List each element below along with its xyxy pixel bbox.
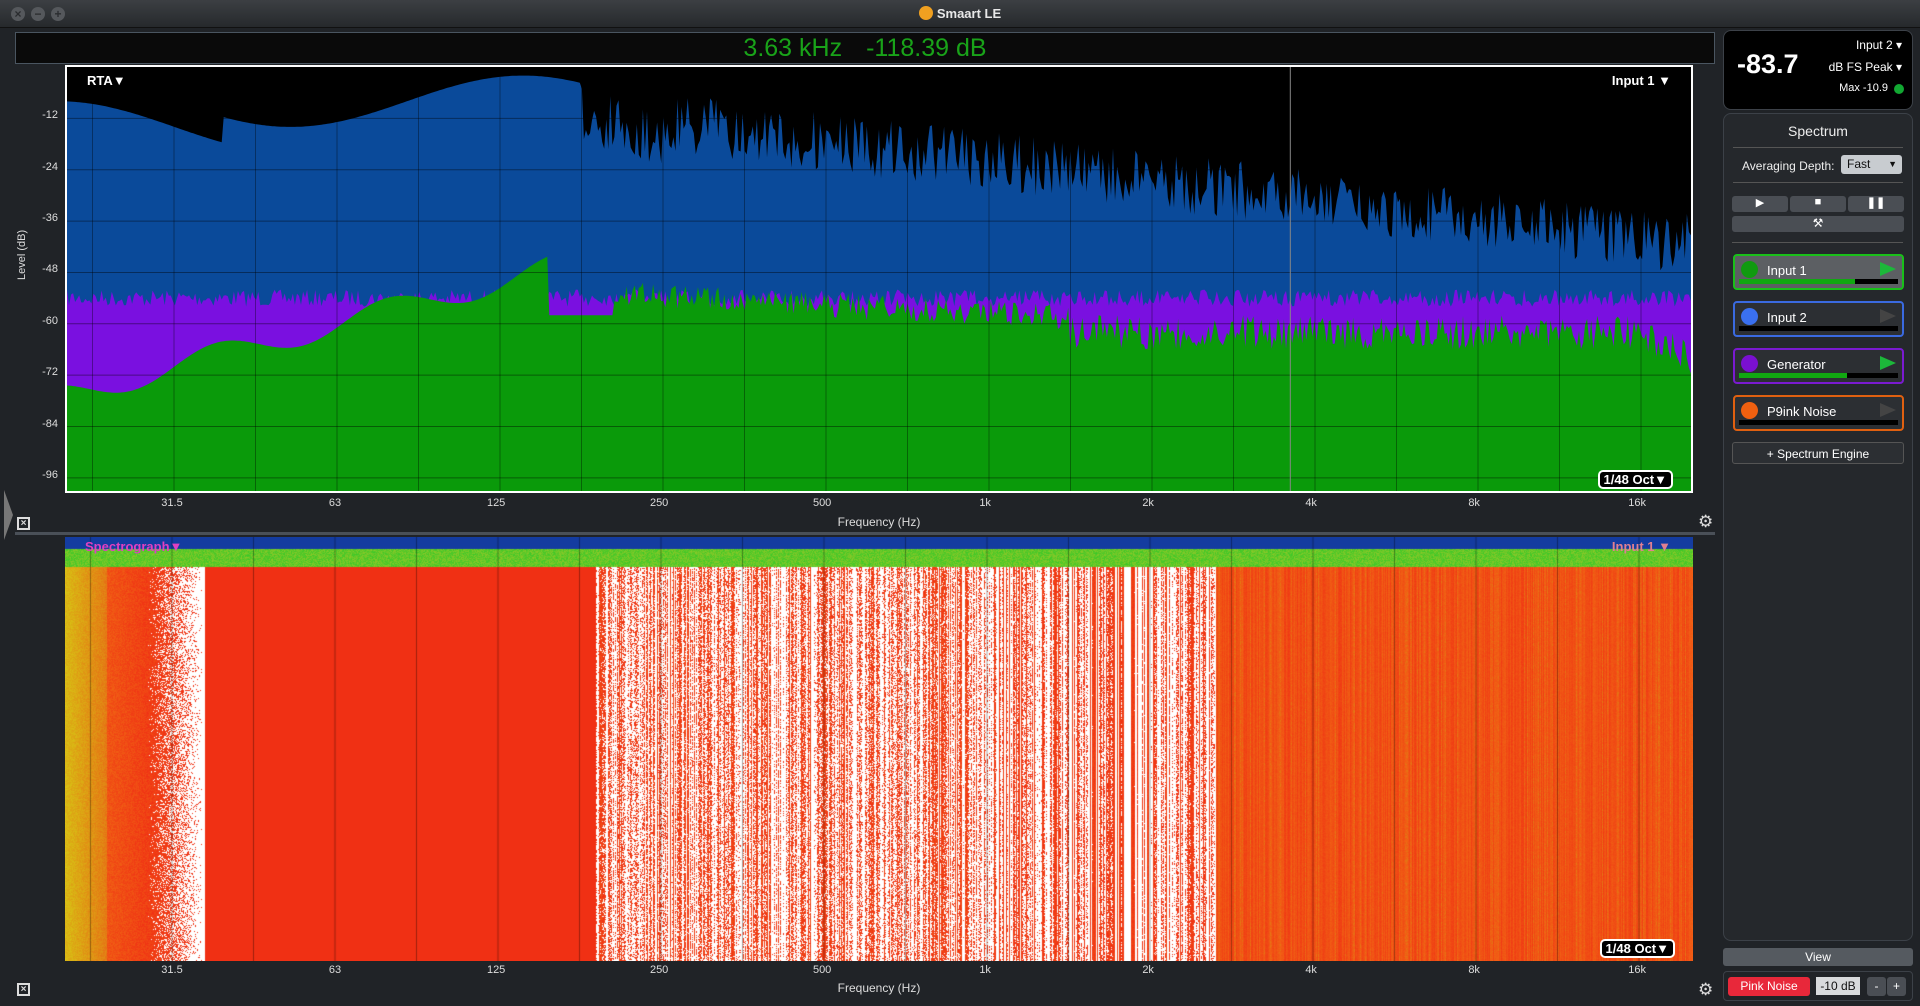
- spectrograph-plot[interactable]: Spectrograph▼ Input 1 ▼ 1/48 Oct▼: [65, 537, 1693, 961]
- x-tick-label: 31.5: [161, 497, 183, 509]
- spectrograph-heatmap: [65, 537, 1693, 961]
- engine-color-icon: [1741, 308, 1758, 325]
- tools-icon: ⚒: [1812, 216, 1824, 230]
- x-tick-label: 16k: [1628, 497, 1646, 509]
- engine-name: P9ink Noise: [1767, 404, 1837, 419]
- x-tick-label: 250: [649, 497, 669, 509]
- engine-level-meter: [1739, 373, 1898, 378]
- engine-color-icon: [1741, 355, 1758, 372]
- y-tick-label: -48: [42, 263, 58, 276]
- level-meter: -83.7 Input 2 ▾ dB FS Peak ▾ Max -10.9: [1723, 30, 1913, 110]
- spectrograph-resolution-selector[interactable]: 1/48 Oct▼: [1599, 939, 1675, 958]
- title-bar: × − + Smaart LE: [0, 0, 1920, 28]
- averaging-value: Fast: [1847, 157, 1871, 171]
- level-increase-button[interactable]: +: [1887, 977, 1906, 996]
- x-tick-label: 63: [328, 497, 342, 509]
- expand-panel-handle-icon[interactable]: [4, 490, 13, 540]
- engine-level-meter: [1739, 420, 1898, 425]
- x-tick-label: 500: [812, 497, 832, 509]
- engine-color-icon: [1741, 261, 1758, 278]
- meter-value: -83.7: [1737, 49, 1799, 79]
- engine-play-icon[interactable]: [1880, 309, 1896, 323]
- close-spectrograph-icon[interactable]: ×: [17, 983, 30, 996]
- y-tick-label: -36: [42, 212, 58, 225]
- rta-settings-gear-icon[interactable]: ⚙: [1698, 512, 1713, 532]
- level-decrease-button[interactable]: -: [1867, 977, 1886, 996]
- spectrograph-x-axis-title: Frequency (Hz): [837, 981, 921, 995]
- rta-menu[interactable]: RTA▼: [87, 73, 126, 88]
- meter-source-selector[interactable]: Input 2 ▾: [1856, 38, 1902, 52]
- x-tick-label: 4k: [1305, 964, 1317, 976]
- view-button[interactable]: View: [1723, 948, 1913, 966]
- x-tick-label: 500: [812, 964, 832, 976]
- rta-input-selector[interactable]: Input 1 ▼: [1612, 73, 1671, 88]
- engine-name: Input 1: [1767, 263, 1807, 278]
- engine-play-icon[interactable]: [1880, 356, 1896, 370]
- y-tick-label: -12: [42, 109, 58, 122]
- engine-input-2[interactable]: Input 2: [1733, 301, 1904, 337]
- y-tick-label: -72: [42, 366, 58, 379]
- x-tick-label: 2k: [1142, 964, 1154, 976]
- rta-spectrum-graph: [67, 67, 1691, 491]
- engine-play-icon[interactable]: [1880, 262, 1896, 276]
- x-tick-label: 250: [649, 964, 669, 976]
- y-tick-label: -60: [42, 314, 58, 327]
- rta-resolution-selector[interactable]: 1/48 Oct▼: [1597, 470, 1673, 489]
- engine-input-1[interactable]: Input 1: [1733, 254, 1904, 290]
- x-tick-label: 2k: [1142, 497, 1154, 509]
- window-title-text: Smaart LE: [936, 6, 1002, 21]
- generator-level-field[interactable]: -10 dB: [1816, 977, 1860, 995]
- meter-mode-selector[interactable]: dB FS Peak ▾: [1829, 60, 1902, 74]
- readout-frequency: 3.63 kHz: [743, 34, 843, 62]
- averaging-label: Averaging Depth:: [1742, 159, 1835, 173]
- x-tick-label: 4k: [1305, 497, 1317, 509]
- engine-color-icon: [1741, 402, 1758, 419]
- engine-level-meter: [1739, 279, 1898, 284]
- play-button[interactable]: ▶: [1732, 196, 1788, 212]
- engine-level-meter: [1739, 326, 1898, 331]
- x-tick-label: 31.5: [161, 964, 183, 976]
- pane-divider[interactable]: [15, 532, 1715, 535]
- rta-x-axis-title: Frequency (Hz): [837, 515, 921, 529]
- stop-button[interactable]: ■: [1790, 196, 1846, 212]
- engine-p9ink-noise[interactable]: P9ink Noise: [1733, 395, 1904, 431]
- x-tick-label: 63: [328, 964, 342, 976]
- spectrum-title: Spectrum: [1788, 123, 1848, 139]
- spectrograph-menu[interactable]: Spectrograph▼: [85, 539, 182, 554]
- x-tick-label: 125: [486, 964, 506, 976]
- spectrograph-settings-gear-icon[interactable]: ⚙: [1698, 980, 1713, 1000]
- x-tick-label: 1k: [979, 497, 991, 509]
- pink-noise-generator-button[interactable]: Pink Noise: [1728, 977, 1810, 996]
- engine-name: Input 2: [1767, 310, 1807, 325]
- close-rta-icon[interactable]: ×: [17, 517, 30, 530]
- averaging-depth-select[interactable]: Fast ▼: [1841, 155, 1902, 174]
- y-tick-label: -24: [42, 160, 58, 173]
- engine-play-icon[interactable]: [1880, 403, 1896, 417]
- y-tick-label: -84: [42, 417, 58, 430]
- x-tick-label: 1k: [979, 964, 991, 976]
- meter-max: Max -10.9: [1839, 82, 1888, 94]
- x-tick-label: 8k: [1468, 964, 1480, 976]
- y-tick-label: -96: [42, 468, 58, 481]
- cursor-readout: 3.63 kHz -118.39 dB: [15, 32, 1715, 64]
- pause-button[interactable]: ❚❚: [1848, 196, 1904, 212]
- meter-mode: dB FS Peak: [1828, 60, 1893, 74]
- engine-name: Generator: [1767, 357, 1826, 372]
- window-title: Smaart LE: [0, 6, 1920, 21]
- x-tick-label: 8k: [1468, 497, 1480, 509]
- spectrum-panel: Spectrum Averaging Depth: Fast ▼: [1723, 113, 1913, 941]
- meter-source: Input 2: [1855, 38, 1893, 52]
- x-tick-label: 16k: [1628, 964, 1646, 976]
- rta-plot[interactable]: RTA▼ Input 1 ▼ 1/48 Oct▼: [65, 65, 1693, 493]
- tools-button[interactable]: ⚒: [1732, 216, 1904, 232]
- add-spectrum-engine-button[interactable]: + Spectrum Engine: [1732, 442, 1904, 464]
- spectrograph-input-selector[interactable]: Input 1 ▼: [1612, 539, 1671, 554]
- smaart-logo-icon: [918, 6, 933, 20]
- readout-level: -118.39 dB: [866, 34, 987, 62]
- meter-status-icon: [1894, 84, 1904, 94]
- x-tick-label: 125: [486, 497, 506, 509]
- engine-generator[interactable]: Generator: [1733, 348, 1904, 384]
